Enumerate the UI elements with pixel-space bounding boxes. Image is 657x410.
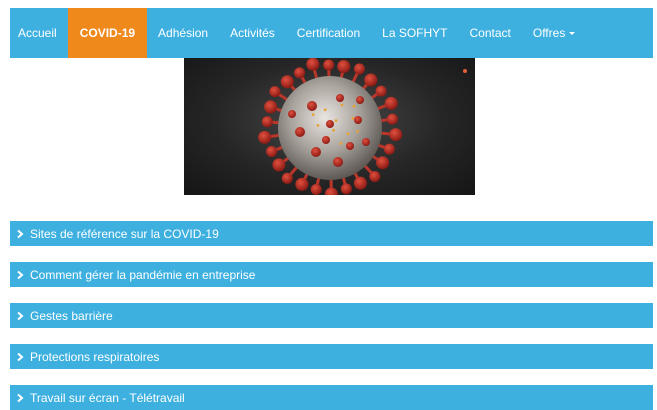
nav-item-label: Adhésion xyxy=(158,26,208,40)
chevron-right-icon xyxy=(15,352,25,362)
accordion-item-sites-reference[interactable]: Sites de référence sur la COVID-19 xyxy=(10,221,653,246)
accordion-item-label: Gestes barrière xyxy=(30,309,113,323)
main-navbar: Accueil COVID-19 Adhésion Activités Cert… xyxy=(10,8,653,58)
accordion-item-protections-respiratoires[interactable]: Protections respiratoires xyxy=(10,344,653,369)
caret-down-icon xyxy=(569,32,575,35)
accordion-item-label: Sites de référence sur la COVID-19 xyxy=(30,227,219,241)
chevron-right-icon xyxy=(15,393,25,403)
nav-item-la-sofhyt[interactable]: La SOFHYT xyxy=(371,8,458,58)
chevron-right-icon xyxy=(15,229,25,239)
coronavirus-illustration xyxy=(184,58,475,195)
accordion-item-gerer-pandemie[interactable]: Comment gérer la pandémie en entreprise xyxy=(10,262,653,287)
nav-item-adhesion[interactable]: Adhésion xyxy=(147,8,219,58)
nav-item-covid-19[interactable]: COVID-19 xyxy=(68,8,147,58)
nav-item-label: Activités xyxy=(230,26,275,40)
nav-item-offres[interactable]: Offres xyxy=(522,8,586,58)
nav-item-activites[interactable]: Activités xyxy=(219,8,286,58)
nav-item-certification[interactable]: Certification xyxy=(286,8,371,58)
accordion-item-label: Comment gérer la pandémie en entreprise xyxy=(30,268,255,282)
nav-item-accueil[interactable]: Accueil xyxy=(10,8,68,58)
accordion-item-label: Protections respiratoires xyxy=(30,350,159,364)
nav-item-contact[interactable]: Contact xyxy=(459,8,522,58)
nav-item-label: Certification xyxy=(297,26,360,40)
nav-item-label: La SOFHYT xyxy=(382,26,447,40)
coronavirus-image xyxy=(184,58,475,195)
chevron-right-icon xyxy=(15,270,25,280)
accordion-item-gestes-barriere[interactable]: Gestes barrière xyxy=(10,303,653,328)
chevron-right-icon xyxy=(15,311,25,321)
nav-item-label: Offres xyxy=(533,26,565,40)
nav-item-label: Contact xyxy=(470,26,511,40)
accordion-item-label: Travail sur écran - Télétravail xyxy=(30,391,185,405)
nav-item-label: Accueil xyxy=(18,26,57,40)
accordion-item-travail-ecran[interactable]: Travail sur écran - Télétravail xyxy=(10,385,653,410)
nav-item-label: COVID-19 xyxy=(80,26,135,40)
